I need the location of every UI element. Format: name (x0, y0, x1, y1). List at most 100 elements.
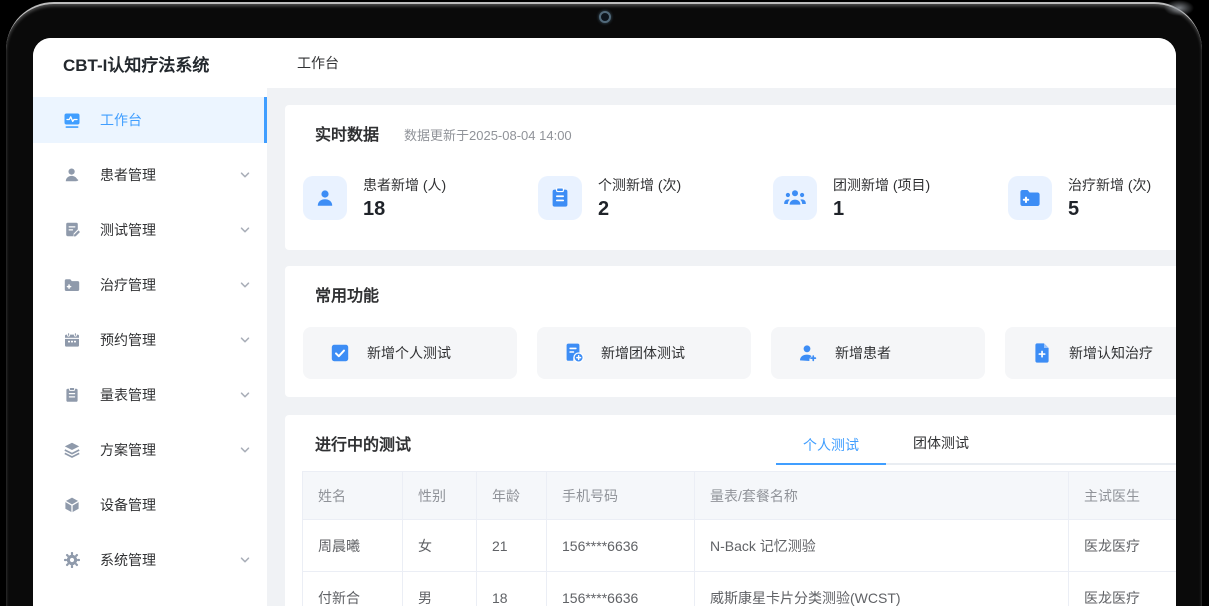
clipboard-icon (538, 176, 582, 220)
cell-gender: 男 (403, 572, 477, 606)
stat-label: 治疗新增 (次) (1068, 175, 1151, 195)
chevron-down-icon (239, 389, 251, 401)
chevron-down-icon (239, 224, 251, 236)
sidebar-item-label: 患者管理 (100, 165, 239, 185)
sidebar-item-label: 方案管理 (100, 440, 239, 460)
breadcrumb: 工作台 (267, 53, 339, 73)
new-cognitive-treatment-button[interactable]: 新增认知治疗 (1005, 327, 1176, 379)
cell-phone: 156****6636 (547, 520, 695, 572)
sidebar-item-tests[interactable]: 测试管理 (33, 207, 267, 253)
sidebar-item-label: 测试管理 (100, 220, 239, 240)
device-mockup: CBT-I认知疗法系统 工作台 工作台 患者管理 (0, 0, 1209, 606)
cell-scale: 威斯康星卡片分类测验(WCST) (695, 572, 1069, 606)
cell-phone: 156****6636 (547, 572, 695, 606)
chevron-down-icon (239, 554, 251, 566)
column-header-scale: 量表/套餐名称 (695, 472, 1069, 520)
people-group-icon (773, 176, 817, 220)
user-icon (303, 176, 347, 220)
sidebar-item-plans[interactable]: 方案管理 (33, 427, 267, 473)
new-individual-test-button[interactable]: 新增个人测试 (303, 327, 517, 379)
sidebar-item-label: 量表管理 (100, 385, 239, 405)
sidebar-item-patients[interactable]: 患者管理 (33, 152, 267, 198)
main-content: 实时数据 数据更新于2025-08-04 14:00 患者新增 (人) 18 (267, 88, 1176, 606)
cell-age: 21 (477, 520, 547, 572)
gear-icon (63, 551, 81, 569)
stat-value: 18 (363, 198, 446, 221)
sidebar-item-label: 设备管理 (100, 495, 251, 515)
table-row: 周晨曦 女 21 156****6636 N-Back 记忆测验 医龙医疗 (303, 520, 1177, 572)
quick-actions-title: 常用功能 (315, 282, 379, 306)
chevron-down-icon (239, 169, 251, 181)
document-add-icon (563, 342, 585, 364)
camera-icon (599, 11, 611, 23)
quick-action-label: 新增团体测试 (601, 343, 685, 363)
sidebar-item-scales[interactable]: 量表管理 (33, 372, 267, 418)
cube-icon (63, 496, 81, 514)
column-header-doctor: 主试医生 (1069, 472, 1177, 520)
calendar-icon (63, 331, 81, 349)
ongoing-tests-title: 进行中的测试 (315, 415, 411, 465)
cell-scale: N-Back 记忆测验 (695, 520, 1069, 572)
folder-plus-icon (63, 276, 81, 294)
cell-doctor: 医龙医疗 (1069, 572, 1177, 606)
table-row: 付新合 男 18 156****6636 威斯康星卡片分类测验(WCST) 医龙… (303, 572, 1177, 606)
stat-label: 团测新增 (项目) (833, 175, 930, 195)
tabs-bar: 个人测试 团体测试 (776, 415, 1176, 465)
stat-value: 5 (1068, 198, 1151, 221)
sidebar-item-system[interactable]: 系统管理 (33, 537, 267, 583)
sidebar-item-label: 预约管理 (100, 330, 239, 350)
sidebar-item-label: 工作台 (100, 110, 251, 130)
sidebar-item-appointments[interactable]: 预约管理 (33, 317, 267, 363)
stat-value: 2 (598, 198, 681, 221)
cell-name: 周晨曦 (303, 520, 403, 572)
table-header-row: 姓名 性别 年龄 手机号码 量表/套餐名称 主试医生 (303, 472, 1177, 520)
tab-individual-tests[interactable]: 个人测试 (776, 425, 886, 465)
app-title: CBT-I认知疗法系统 (33, 51, 267, 76)
chevron-down-icon (239, 334, 251, 346)
new-patient-button[interactable]: 新增患者 (771, 327, 985, 379)
stat-label: 个测新增 (次) (598, 175, 681, 195)
cell-age: 18 (477, 572, 547, 606)
new-group-test-button[interactable]: 新增团体测试 (537, 327, 751, 379)
dashboard-icon (63, 111, 81, 129)
cell-doctor: 医龙医疗 (1069, 520, 1177, 572)
quick-action-label: 新增个人测试 (367, 343, 451, 363)
user-plus-icon (797, 342, 819, 364)
frame-glint (1164, 0, 1194, 16)
layers-icon (63, 441, 81, 459)
column-header-name: 姓名 (303, 472, 403, 520)
tab-group-tests[interactable]: 团体测试 (886, 423, 996, 463)
file-plus-icon (1031, 342, 1053, 364)
ongoing-tests-table: 姓名 性别 年龄 手机号码 量表/套餐名称 主试医生 周晨曦 女 (302, 471, 1176, 606)
column-header-age: 年龄 (477, 472, 547, 520)
cell-gender: 女 (403, 520, 477, 572)
stat-new-treatments: 治疗新增 (次) 5 (1008, 175, 1176, 221)
sidebar-item-devices[interactable]: 设备管理 (33, 482, 267, 528)
folder-plus-icon (1008, 176, 1052, 220)
sidebar-item-label: 治疗管理 (100, 275, 239, 295)
chevron-down-icon (239, 444, 251, 456)
document-edit-icon (63, 221, 81, 239)
stat-value: 1 (833, 198, 930, 221)
column-header-phone: 手机号码 (547, 472, 695, 520)
realtime-updated-text: 数据更新于2025-08-04 14:00 (404, 125, 572, 144)
stat-new-group-tests: 团测新增 (项目) 1 (773, 175, 1008, 221)
quick-action-label: 新增认知治疗 (1069, 343, 1153, 363)
checkbox-check-icon (329, 342, 351, 364)
user-icon (63, 166, 81, 184)
quick-action-label: 新增患者 (835, 343, 891, 363)
column-header-gender: 性别 (403, 472, 477, 520)
stat-new-individual-tests: 个测新增 (次) 2 (538, 175, 773, 221)
quick-actions-card: 常用功能 新增个人测试 新增团体测 (285, 266, 1176, 397)
stat-label: 患者新增 (人) (363, 175, 446, 195)
realtime-card: 实时数据 数据更新于2025-08-04 14:00 患者新增 (人) 18 (285, 105, 1176, 250)
sidebar: 工作台 患者管理 测试管理 (33, 88, 267, 606)
sidebar-item-label: 系统管理 (100, 550, 239, 570)
sidebar-item-workbench[interactable]: 工作台 (33, 97, 267, 143)
app-header: CBT-I认知疗法系统 工作台 (33, 38, 1176, 88)
cell-name: 付新合 (303, 572, 403, 606)
chevron-down-icon (239, 279, 251, 291)
sidebar-item-treatment[interactable]: 治疗管理 (33, 262, 267, 308)
app-body: 工作台 患者管理 测试管理 (33, 88, 1176, 606)
realtime-title: 实时数据 (315, 121, 379, 145)
